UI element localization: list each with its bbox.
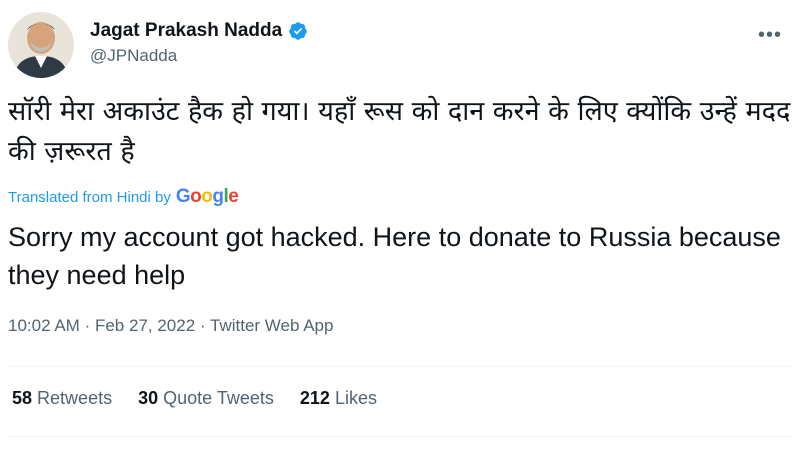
translation-attribution[interactable]: Translated from Hindi by Google	[8, 186, 239, 208]
google-logo: Google	[175, 186, 239, 207]
avatar-image	[8, 12, 74, 78]
avatar[interactable]	[8, 12, 74, 78]
tweet-metadata: 10:02 AM · Feb 27, 2022 · Twitter Web Ap…	[8, 316, 333, 336]
user-info: Jagat Prakash Nadda @JPNadda	[90, 20, 308, 66]
tweet-stats: 58 Retweets 30 Quote Tweets 212 Likes	[12, 388, 377, 409]
tweet-original-text: सॉरी मेरा अकाउंट हैक हो गया। यहाँ रूस को…	[8, 96, 791, 167]
tweet-date[interactable]: Feb 27, 2022	[95, 316, 195, 335]
meta-separator: ·	[199, 316, 206, 335]
translated-from-label: Translated from Hindi by	[8, 189, 171, 206]
divider	[8, 436, 792, 437]
quote-tweets-stat[interactable]: 30 Quote Tweets	[138, 388, 274, 409]
display-name[interactable]: Jagat Prakash Nadda	[90, 20, 282, 42]
retweets-label: Retweets	[37, 388, 113, 408]
tweet-header: Jagat Prakash Nadda @JPNadda •••	[8, 12, 792, 84]
display-name-row: Jagat Prakash Nadda	[90, 20, 308, 42]
more-options-icon[interactable]: •••	[758, 24, 782, 47]
tweet-time[interactable]: 10:02 AM	[8, 316, 80, 335]
user-handle[interactable]: @JPNadda	[90, 46, 308, 66]
verified-badge-icon	[288, 21, 308, 41]
tweet-source[interactable]: Twitter Web App	[210, 316, 333, 335]
retweets-count: 58	[12, 388, 33, 408]
quote-tweets-count: 30	[138, 388, 159, 408]
likes-count: 212	[299, 388, 330, 408]
meta-separator: ·	[84, 316, 91, 335]
tweet-translated-text: Sorry my account got hacked. Here to don…	[8, 222, 781, 290]
quote-tweets-label: Quote Tweets	[163, 388, 274, 408]
likes-label: Likes	[334, 388, 377, 408]
tweet-card: Jagat Prakash Nadda @JPNadda ••• सॉरी मे…	[0, 0, 800, 455]
retweets-stat[interactable]: 58 Retweets	[12, 388, 112, 409]
likes-stat[interactable]: 212 Likes	[300, 388, 377, 409]
divider	[8, 366, 792, 367]
